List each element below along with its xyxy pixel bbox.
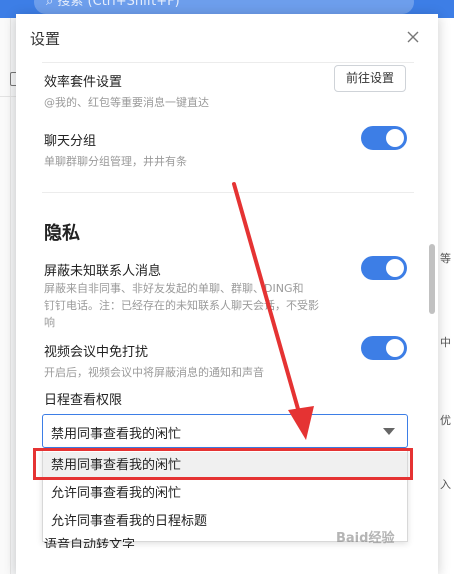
annotation-arrow [232, 182, 314, 440]
watermark-logo: Baid经验 [336, 531, 395, 546]
